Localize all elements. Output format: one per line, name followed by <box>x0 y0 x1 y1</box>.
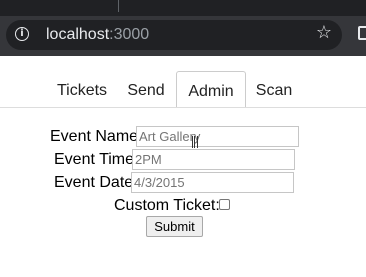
event-date-input[interactable] <box>131 172 294 193</box>
url-host: localhost <box>46 26 110 43</box>
tab-separator <box>118 0 119 12</box>
tab-scan[interactable]: Scan <box>249 71 299 107</box>
nav-divider <box>0 107 366 108</box>
custom-ticket-label: Custom Ticket: <box>114 197 220 214</box>
event-name-label: Event Name: <box>50 128 143 145</box>
event-name-input[interactable] <box>136 126 299 147</box>
event-time-input[interactable] <box>132 149 295 170</box>
address-bar[interactable]: i localhost:3000 ☆ <box>6 20 342 50</box>
custom-ticket-checkbox[interactable] <box>219 199 230 210</box>
tab-send[interactable]: Send <box>119 71 173 107</box>
event-date-label: Event Date: <box>54 174 138 191</box>
star-icon[interactable]: ☆ <box>314 23 334 43</box>
submit-button[interactable]: Submit <box>146 216 203 237</box>
url-port: :3000 <box>109 26 150 43</box>
tab-tickets[interactable]: Tickets <box>50 71 114 107</box>
info-icon[interactable]: i <box>15 27 29 41</box>
nav-tabs: Tickets Send Admin Scan <box>0 71 366 108</box>
url-text[interactable]: localhost:3000 <box>46 25 149 45</box>
tab-admin[interactable]: Admin <box>176 71 246 108</box>
browser-toolbar: i localhost:3000 ☆ <box>0 16 366 56</box>
browser-tab-strip <box>0 0 366 16</box>
event-time-label: Event Time: <box>54 151 139 168</box>
extension-icon[interactable] <box>358 26 366 40</box>
text-cursor-icon <box>192 136 198 148</box>
